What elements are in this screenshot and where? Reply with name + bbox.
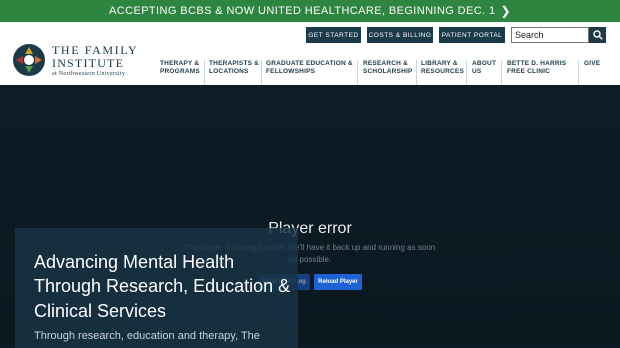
site-header: THE FAMILY INSTITUTE at Northwestern Uni… bbox=[0, 22, 620, 85]
announcement-banner[interactable]: ACCEPTING BCBS & NOW UNITED HEALTHCARE, … bbox=[0, 0, 620, 22]
reload-player-button[interactable]: Reload Player bbox=[314, 274, 362, 290]
nav-label: RESOURCES bbox=[421, 68, 464, 76]
nav-label: THERAPY & bbox=[160, 60, 200, 67]
nav-divider bbox=[261, 60, 262, 85]
nav-therapists-locations[interactable]: THERAPISTS & LOCATIONS bbox=[209, 60, 259, 76]
nav-free-clinic[interactable]: BETTE D. HARRIS FREE CLINIC bbox=[507, 60, 566, 76]
nav-label: LOCATIONS bbox=[209, 68, 249, 76]
nav-divider bbox=[416, 60, 417, 85]
search-icon bbox=[592, 30, 603, 40]
nav-divider bbox=[501, 60, 502, 85]
nav-label: LIBRARY & bbox=[421, 60, 458, 67]
hero-title: Advancing Mental Health Through Research… bbox=[34, 252, 291, 321]
nav-label: GIVE bbox=[584, 60, 601, 67]
nav-label: RESEARCH & bbox=[363, 60, 408, 67]
nav-label: PROGRAMS bbox=[160, 68, 200, 76]
hero-card: Advancing Mental Health Through Research… bbox=[15, 228, 298, 348]
patient-portal-button[interactable]: PATIENT PORTAL bbox=[439, 27, 505, 43]
hero-subtitle: Through research, education and therapy,… bbox=[34, 330, 260, 342]
nav-research-scholarship[interactable]: RESEARCH & SCHOLARSHIP bbox=[363, 60, 413, 76]
nav-graduate-education[interactable]: GRADUATE EDUCATION & FELLOWSHIPS bbox=[266, 60, 353, 76]
search-button[interactable] bbox=[589, 27, 606, 43]
nav-divider bbox=[357, 60, 358, 85]
nav-label: US bbox=[472, 68, 482, 76]
costs-billing-button[interactable]: COSTS & BILLING bbox=[367, 27, 433, 43]
nav-divider bbox=[466, 60, 467, 85]
nav-label: THERAPISTS & bbox=[209, 60, 260, 67]
get-started-button[interactable]: GET STARTED bbox=[306, 27, 361, 43]
nav-therapy-programs[interactable]: THERAPY & PROGRAMS bbox=[160, 60, 200, 76]
nav-label: ABOUT bbox=[472, 60, 497, 67]
chevron-right-icon: ❯ bbox=[500, 4, 511, 18]
nav-label: GRADUATE EDUCATION & bbox=[266, 60, 353, 67]
nav-give[interactable]: GIVE bbox=[584, 60, 600, 68]
nav-about-us[interactable]: ABOUT US bbox=[472, 60, 496, 76]
announcement-text[interactable]: ACCEPTING BCBS & NOW UNITED HEALTHCARE, … bbox=[109, 5, 495, 17]
logo-line-1: THE FAMILY bbox=[52, 42, 139, 57]
nav-label: BETTE D. HARRIS bbox=[507, 60, 567, 67]
nav-label: FELLOWSHIPS bbox=[266, 68, 316, 76]
nav-label: FREE CLINIC bbox=[507, 68, 551, 76]
nav-divider bbox=[578, 60, 579, 85]
search-input[interactable]: Search bbox=[511, 27, 589, 43]
nav-label: SCHOLARSHIP bbox=[363, 68, 413, 76]
nav-library-resources[interactable]: LIBRARY & RESOURCES bbox=[421, 60, 464, 76]
nav-divider bbox=[204, 60, 205, 85]
main-nav: THERAPY & PROGRAMS THERAPISTS & LOCATION… bbox=[0, 60, 620, 85]
hero-video-player[interactable]: Player error The player is having troubl… bbox=[0, 85, 620, 348]
